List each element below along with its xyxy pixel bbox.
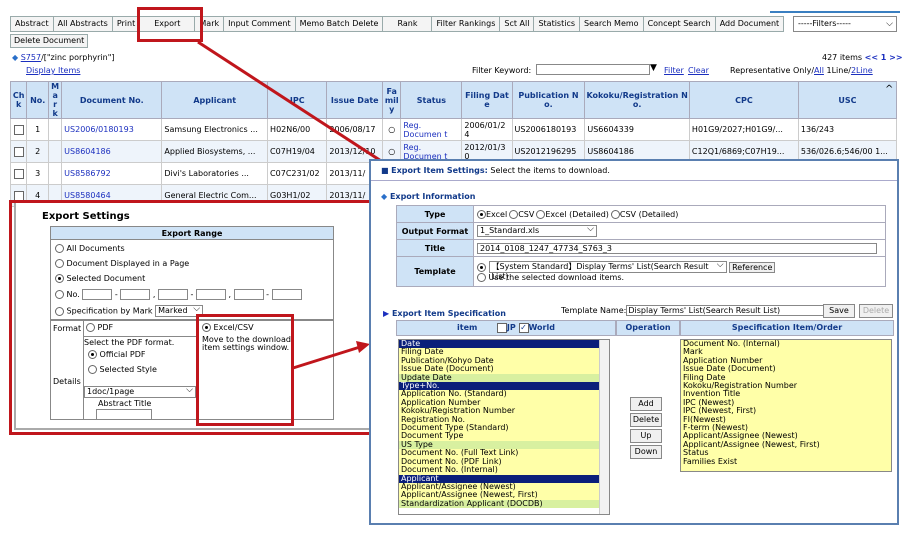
type-option-1[interactable]: CSV [509, 209, 535, 219]
title-label: Title [396, 239, 474, 257]
template-name-label: Template Name: [561, 306, 627, 315]
delete-button[interactable]: Delete [630, 413, 662, 427]
pin-icon: ◆ [381, 192, 388, 201]
type-option-0[interactable]: Excel [477, 209, 508, 219]
type-option-label: CSV (Detailed) [619, 209, 679, 219]
down-button[interactable]: Down [630, 445, 662, 459]
delete-template-button[interactable]: Delete [859, 304, 893, 318]
radio-icon[interactable] [509, 209, 519, 219]
spec-heading: ▶ Export Item Specification [383, 309, 506, 318]
use-selected-row: Use the selected download items. [477, 273, 882, 282]
arrow-head [356, 341, 370, 353]
dialog-title-note: Select the items to download. [490, 166, 610, 175]
radio-icon[interactable] [536, 209, 546, 219]
export-item-settings-dialog: ■ Export Item Settings: Select the items… [369, 159, 899, 525]
spec-list-entry[interactable]: Applicant/Assignee (Newest, First) [681, 440, 891, 449]
up-button[interactable]: Up [630, 429, 662, 443]
spec-col-header: Specification Item/Order [680, 320, 894, 336]
item-list-scrollbar[interactable] [599, 340, 609, 514]
jp-label: JP [506, 323, 516, 332]
dialog-title-bar: ■ Export Item Settings: Select the items… [371, 161, 897, 181]
title-input[interactable]: 2014_0108_1247_47734_S763_3 [477, 242, 877, 254]
arrow-line [197, 40, 399, 174]
type-option-2[interactable]: Excel (Detailed) [536, 209, 609, 219]
item-list[interactable]: Date Filing Date Publication/Kohyo Date Iss… [398, 339, 610, 515]
add-button[interactable]: Add [630, 397, 662, 411]
item-col-header: item JP ✓ World [396, 320, 616, 336]
template-label: Template [396, 256, 474, 287]
jp-checkbox[interactable] [496, 322, 507, 333]
spec-list-entry[interactable]: Families Exist [681, 457, 891, 466]
type-option-3[interactable]: CSV (Detailed) [610, 209, 679, 219]
save-button[interactable]: Save [823, 304, 855, 318]
radio-selected-icon[interactable] [477, 209, 486, 219]
world-label: World [528, 323, 555, 332]
template-name-input[interactable]: Display Terms' List(Search Result List) [626, 305, 827, 316]
template-name-row: Template Name: Display Terms' List(Search… [561, 305, 827, 316]
radio-icon[interactable] [477, 273, 486, 282]
dialog-title: Export Item Settings: [391, 166, 488, 175]
type-option-label: CSV [518, 209, 535, 219]
template-row: 【System Standard】Display Terms' List(Sea… [477, 260, 882, 281]
triangle-icon: ▶ [383, 309, 390, 318]
type-option-label: Excel (Detailed) [545, 209, 609, 219]
template-select[interactable]: 【System Standard】Display Terms' List(Sea… [488, 260, 727, 281]
type-label: Type [396, 205, 474, 223]
export-info-label: Export Information [389, 192, 476, 201]
spec-list-entry[interactable]: Document No. (Internal) [681, 340, 891, 348]
type-options: Excel CSV Excel (Detailed) CSV (Detailed) [473, 205, 886, 223]
item-header-label: item [457, 323, 478, 332]
output-format-select[interactable]: 1_Standard.xls [477, 224, 597, 237]
export-info-heading: ◆ Export Information [381, 192, 475, 201]
use-selected-label: Use the selected download items. [488, 273, 625, 282]
output-format-label: Output Format [396, 222, 474, 240]
spec-item-list[interactable]: Document No. (Internal) Mark Application N… [680, 339, 892, 472]
square-icon: ■ [381, 166, 389, 175]
radio-icon[interactable] [610, 209, 620, 219]
arrow-line [292, 345, 361, 370]
spec-title: Export Item Specification [391, 309, 506, 318]
item-list-entry[interactable]: Standardization Applicant (DOCDB) [399, 499, 599, 509]
type-option-label: Excel [486, 209, 508, 219]
reference-button[interactable]: Reference [729, 261, 776, 273]
export-info-form: Type Excel CSV Excel (Detailed) CSV (Detaile… [396, 205, 886, 287]
radio-selected-icon[interactable] [477, 262, 486, 272]
operation-col-header: Operation [616, 320, 680, 336]
world-checkbox[interactable]: ✓ [518, 322, 529, 333]
